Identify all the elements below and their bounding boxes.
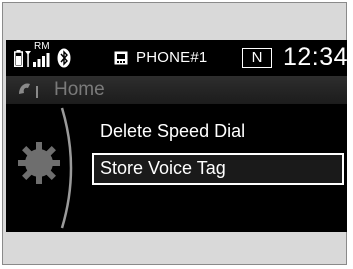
bluetooth-icon [57,48,71,68]
settings-gear-icon [18,142,60,184]
clock: 12:34 [283,43,347,71]
phone-device-icon [114,51,128,65]
device-screen: RM PHONE#1 N 12:34 Home Delete Speed Dia… [6,40,347,232]
phone-name: PHONE#1 [136,49,208,66]
battery-icon [14,50,23,67]
gear-indicator: N [242,48,272,68]
status-bar: RM PHONE#1 N 12:34 [6,40,347,76]
title-bar: Home [6,76,347,104]
menu-item-delete-speed-dial[interactable]: Delete Speed Dial [92,116,344,148]
scroll-arc [60,107,73,229]
signal-icon [25,51,50,67]
handset-icon [19,83,38,98]
page-title: Home [54,79,105,100]
roaming-label: RM [34,41,50,52]
menu-item-store-voice-tag[interactable]: Store Voice Tag [92,153,344,185]
